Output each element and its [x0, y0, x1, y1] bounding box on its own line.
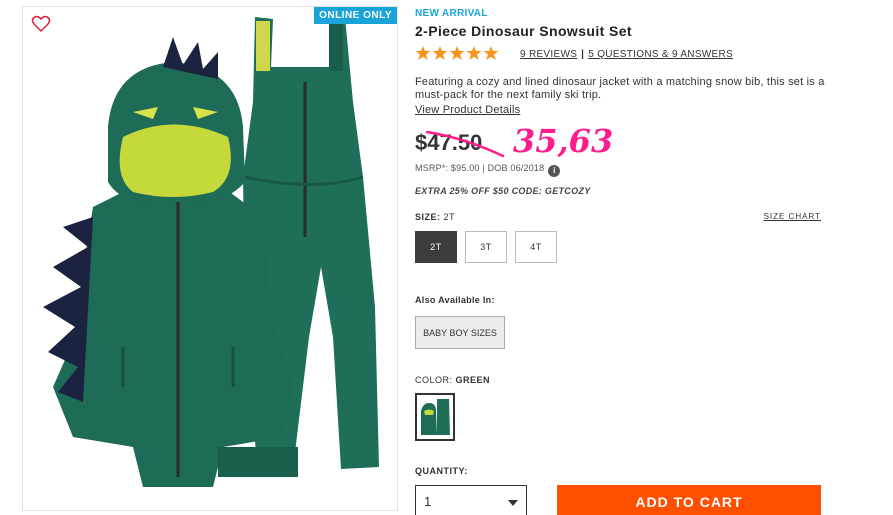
star-rating[interactable]	[415, 45, 499, 61]
link-separator: |	[581, 49, 585, 60]
view-product-details-link[interactable]: View Product Details	[415, 104, 520, 116]
size-option-4t[interactable]: 4T	[515, 231, 557, 263]
questions-link[interactable]: 5 QUESTIONS & 9 ANSWERS	[588, 49, 733, 60]
product-title: 2-Piece Dinosaur Snowsuit Set	[415, 23, 632, 39]
promo-code: EXTRA 25% OFF $50 CODE: GETCOZY	[415, 186, 591, 196]
quantity-label: QUANTITY:	[415, 466, 468, 476]
info-icon[interactable]: i	[548, 165, 561, 177]
selected-size: 2T	[443, 212, 456, 222]
price-strikethrough-mark	[425, 130, 505, 158]
color-label-text: COLOR:	[415, 375, 453, 385]
size-chart-link[interactable]: SIZE CHART	[764, 212, 821, 221]
online-only-badge: ONLINE ONLY	[314, 7, 397, 24]
heart-icon[interactable]	[31, 15, 51, 33]
product-image-panel: ONLINE ONLY	[22, 6, 398, 511]
size-options: 2T 3T 4T	[415, 231, 557, 263]
size-label: SIZE: 2T	[415, 212, 455, 222]
selected-color: GREEN	[455, 375, 491, 385]
product-image[interactable]	[23, 7, 398, 511]
size-option-2t[interactable]: 2T	[415, 231, 457, 263]
size-option-3t[interactable]: 3T	[465, 231, 507, 263]
quantity-value: 1	[424, 494, 432, 509]
swatch-thumbnail	[421, 399, 450, 435]
chevron-down-icon	[508, 500, 518, 506]
review-links: 9 REVIEWS | 5 QUESTIONS & 9 ANSWERS	[520, 49, 733, 60]
star-icon	[483, 46, 499, 60]
baby-boy-sizes-button[interactable]: BABY BOY SIZES	[415, 316, 505, 349]
star-icon	[449, 46, 465, 60]
color-label: COLOR: GREEN	[415, 375, 490, 385]
star-icon	[432, 46, 448, 60]
also-available-label: Also Available In:	[415, 295, 495, 305]
msrp-text: MSRP*: $95.00 | DOB 06/2018 i	[415, 163, 561, 177]
color-swatch-green[interactable]	[415, 393, 455, 441]
quantity-select[interactable]: 1	[415, 485, 527, 515]
reviews-link[interactable]: 9 REVIEWS	[520, 49, 577, 60]
product-description: Featuring a cozy and lined dinosaur jack…	[415, 76, 825, 101]
handwritten-price-annotation: 35,63	[513, 122, 614, 160]
msrp-value: MSRP*: $95.00 | DOB 06/2018	[415, 163, 545, 173]
size-label-text: SIZE:	[415, 212, 441, 222]
star-icon	[466, 46, 482, 60]
add-to-cart-button[interactable]: ADD TO CART	[557, 485, 821, 515]
new-arrival-tag: NEW ARRIVAL	[415, 8, 488, 19]
star-icon	[415, 46, 431, 60]
